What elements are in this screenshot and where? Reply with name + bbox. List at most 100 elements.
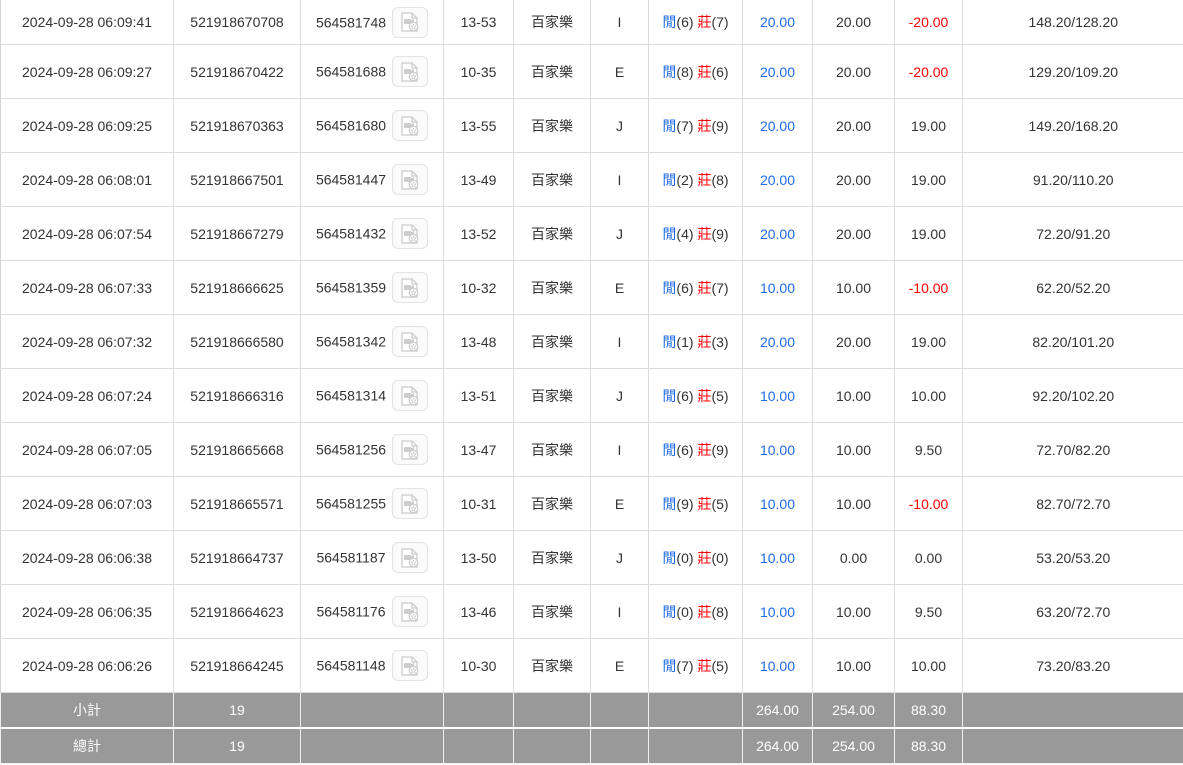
cell-bet-time: 2024-09-28 06:07:32 [0, 314, 174, 369]
cell-result: 閒(1) 莊(3) [648, 314, 743, 369]
cell-bet-id: 521918670422 [173, 44, 301, 99]
bet-amount-link[interactable]: 10.00 [760, 550, 795, 566]
empty-cell [648, 692, 743, 729]
cell-table-code: E [590, 44, 649, 99]
player-result-score: (7) [676, 117, 694, 134]
cell-table-round: 13-50 [443, 530, 514, 585]
video-replay-icon [399, 547, 421, 568]
round-id-text: 564581748 [315, 14, 387, 30]
player-result-score: (1) [676, 333, 694, 350]
bet-amount-link[interactable]: 20.00 [760, 118, 795, 134]
cell-result: 閒(6) 莊(7) [648, 260, 743, 315]
video-replay-button[interactable] [392, 56, 429, 87]
empty-cell [443, 692, 514, 729]
banker-result-score: (5) [711, 387, 729, 404]
cell-game-type: 百家樂 [513, 206, 591, 261]
cell-round-id: 564581680 [300, 98, 444, 153]
cell-result: 閒(7) 莊(5) [648, 638, 743, 693]
video-replay-button[interactable] [392, 6, 429, 38]
cell-win-loss: 0.00 [894, 530, 963, 585]
cell-bet-amount: 10.00 [742, 638, 813, 693]
video-replay-button[interactable] [392, 164, 429, 195]
total-bet-amount: 264.00 [742, 727, 813, 764]
cell-win-loss: 10.00 [894, 638, 963, 693]
player-result-label: 閒 [662, 549, 677, 566]
player-result-score: (6) [676, 387, 694, 404]
cell-bet-id: 521918667501 [173, 152, 301, 207]
cell-table-round: 10-32 [443, 260, 514, 315]
player-result-label: 閒 [662, 14, 677, 30]
cell-bet-id: 521918666580 [173, 314, 301, 369]
cell-round-id: 564581176 [300, 584, 444, 639]
bet-amount-link[interactable]: 10.00 [760, 496, 795, 512]
video-replay-button[interactable] [391, 650, 428, 681]
table-row: 2024-09-28 06:09:25 521918670363 5645816… [0, 98, 1183, 153]
cell-table-round: 13-47 [443, 422, 514, 477]
cell-game-type: 百家樂 [513, 152, 591, 207]
video-replay-button[interactable] [392, 380, 429, 411]
cell-table-round: 13-48 [443, 314, 514, 369]
cell-valid-amount: 20.00 [812, 152, 895, 207]
video-replay-button[interactable] [392, 488, 429, 519]
cell-valid-amount: 20.00 [812, 44, 895, 99]
table-row: 2024-09-28 06:07:03 521918665571 5645812… [0, 476, 1183, 531]
cell-game-type: 百家樂 [513, 44, 591, 99]
cell-valid-amount: 20.00 [812, 98, 895, 153]
player-result-label: 閒 [662, 657, 677, 674]
cell-bet-amount: 20.00 [742, 44, 813, 99]
bet-amount-link[interactable]: 10.00 [760, 280, 795, 296]
cell-table-code: J [590, 98, 649, 153]
banker-result-label: 莊 [697, 225, 712, 242]
cell-valid-amount: 10.00 [812, 260, 895, 315]
round-id-text: 564581176 [316, 603, 386, 620]
cell-win-loss: 9.50 [894, 584, 963, 639]
round-id-text: 564581314 [315, 387, 387, 404]
bet-amount-link[interactable]: 20.00 [760, 172, 795, 188]
player-result-score: (6) [676, 14, 694, 30]
banker-result-label: 莊 [697, 333, 712, 350]
subtotal-count: 19 [173, 692, 301, 729]
video-replay-icon [399, 277, 421, 298]
cell-table-round: 10-30 [443, 638, 514, 693]
cell-table-code: J [590, 206, 649, 261]
empty-cell [962, 727, 1183, 764]
player-result-label: 閒 [662, 441, 677, 458]
round-id-text: 564581432 [315, 225, 387, 242]
cell-table-code: E [590, 476, 649, 531]
video-replay-button[interactable] [392, 218, 429, 249]
cell-bet-id: 521918664623 [173, 584, 301, 639]
cell-valid-amount: 0.00 [812, 530, 895, 585]
cell-win-loss: -10.00 [894, 476, 963, 531]
bet-amount-link[interactable]: 10.00 [760, 604, 795, 620]
video-replay-button[interactable] [391, 596, 428, 627]
empty-cell [962, 692, 1183, 729]
video-replay-icon [399, 655, 421, 676]
video-replay-button[interactable] [392, 326, 429, 357]
cell-bet-amount: 20.00 [742, 206, 813, 261]
total-row: 總計 19 264.00 254.00 88.30 [0, 727, 1183, 764]
cell-bet-amount: 10.00 [742, 260, 813, 315]
cell-win-loss: 19.00 [894, 98, 963, 153]
cell-table-round: 13-51 [443, 368, 514, 423]
bet-amount-link[interactable]: 10.00 [760, 658, 795, 674]
bet-amount-link[interactable]: 20.00 [760, 226, 795, 242]
video-replay-button[interactable] [392, 434, 429, 465]
player-result-label: 閒 [662, 387, 677, 404]
cell-bet-time: 2024-09-28 06:06:35 [0, 584, 174, 639]
bet-amount-link[interactable]: 20.00 [760, 64, 795, 80]
bet-amount-link[interactable]: 10.00 [760, 442, 795, 458]
cell-round-id: 564581688 [300, 44, 444, 99]
round-id-text: 564581359 [315, 279, 387, 296]
video-replay-button[interactable] [391, 542, 428, 573]
banker-result-label: 莊 [697, 279, 712, 296]
cell-table-code: J [590, 368, 649, 423]
cell-valid-amount: 20.00 [812, 0, 895, 45]
video-replay-button[interactable] [392, 272, 429, 303]
bet-amount-link[interactable]: 10.00 [760, 388, 795, 404]
bet-amount-link[interactable]: 20.00 [760, 334, 795, 350]
player-result-label: 閒 [662, 171, 677, 188]
bet-amount-link[interactable]: 20.00 [760, 14, 795, 30]
empty-cell [300, 692, 444, 729]
video-replay-button[interactable] [392, 110, 429, 141]
empty-cell [513, 692, 591, 729]
